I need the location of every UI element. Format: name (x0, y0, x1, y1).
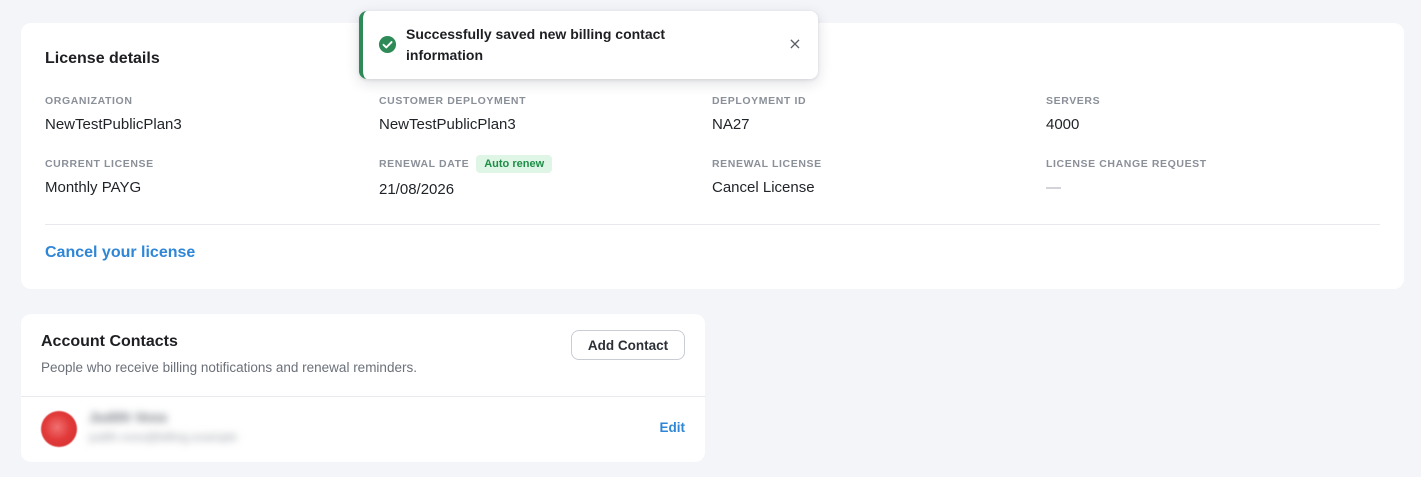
license-change-request-value: — (1046, 179, 1061, 196)
avatar (41, 411, 77, 447)
account-contacts-card: Account Contacts People who receive bill… (21, 314, 705, 462)
renewal-date-value: 21/08/2026 (379, 181, 455, 198)
servers-label: SERVERS (1046, 95, 1101, 107)
renewal-date-label-row: RENEWAL DATE Auto renew (379, 155, 553, 173)
license-change-request-field: LICENSE CHANGE REQUEST — (1046, 155, 1207, 196)
check-circle-icon (378, 35, 397, 54)
deployment-id-label: DEPLOYMENT ID (712, 95, 807, 107)
renewal-license-field: RENEWAL LICENSE Cancel License (712, 155, 822, 196)
license-details-title: License details (45, 50, 160, 67)
contact-email: judith.voss@billing.example (89, 430, 238, 444)
contact-row: Judith Voss judith.voss@billing.example … (21, 397, 705, 462)
renewal-date-label: RENEWAL DATE (379, 158, 470, 170)
contact-name: Judith Voss (89, 409, 168, 425)
close-icon[interactable]: × (786, 35, 804, 53)
license-change-request-label: LICENSE CHANGE REQUEST (1046, 158, 1207, 170)
servers-value: 4000 (1046, 116, 1080, 133)
renewal-date-field: RENEWAL DATE Auto renew 21/08/2026 (379, 155, 553, 198)
organization-value: NewTestPublicPlan3 (45, 116, 182, 133)
current-license-field: CURRENT LICENSE Monthly PAYG (45, 155, 154, 196)
deployment-id-value: NA27 (712, 116, 750, 133)
organization-label: ORGANIZATION (45, 95, 133, 107)
renewal-license-label: RENEWAL LICENSE (712, 158, 822, 170)
customer-deployment-field: CUSTOMER DEPLOYMENT NewTestPublicPlan3 (379, 92, 526, 133)
cancel-license-link[interactable]: Cancel your license (45, 244, 195, 262)
auto-renew-badge: Auto renew (476, 155, 553, 173)
current-license-label: CURRENT LICENSE (45, 158, 154, 170)
servers-field: SERVERS 4000 (1046, 92, 1100, 133)
account-contacts-title: Account Contacts (41, 333, 178, 350)
organization-field: ORGANIZATION NewTestPublicPlan3 (45, 92, 182, 133)
customer-deployment-label: CUSTOMER DEPLOYMENT (379, 95, 527, 107)
edit-contact-link[interactable]: Edit (660, 420, 686, 435)
toast-message: Successfully saved new billing contact i… (406, 26, 666, 63)
account-contacts-subtitle: People who receive billing notifications… (41, 360, 417, 375)
deployment-id-field: DEPLOYMENT ID NA27 (712, 92, 806, 133)
license-divider (45, 224, 1380, 225)
customer-deployment-value: NewTestPublicPlan3 (379, 116, 516, 133)
add-contact-button[interactable]: Add Contact (571, 330, 685, 360)
renewal-license-value: Cancel License (712, 179, 815, 196)
success-toast: Successfully saved new billing contact i… (359, 11, 818, 79)
current-license-value: Monthly PAYG (45, 179, 142, 196)
